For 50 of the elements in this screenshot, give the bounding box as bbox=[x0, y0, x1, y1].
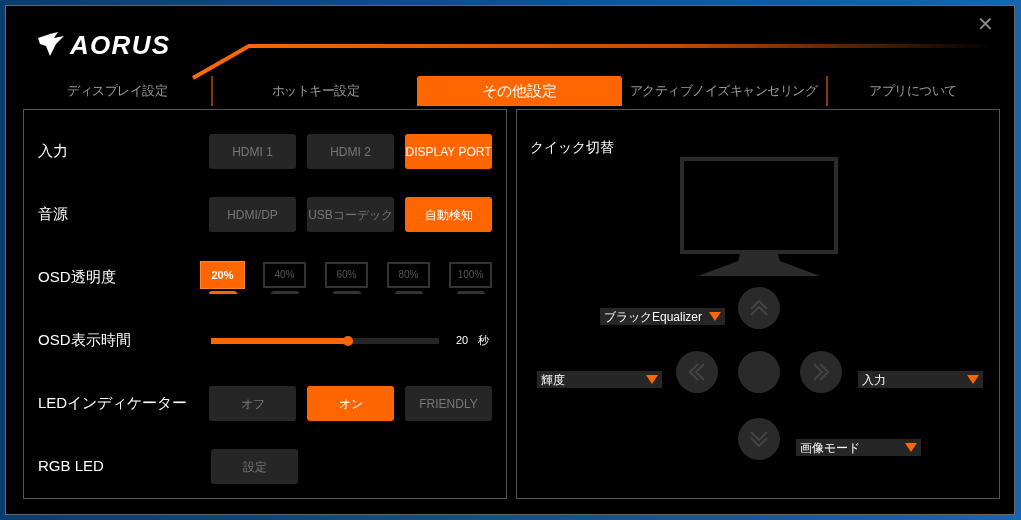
direction-button[interactable] bbox=[738, 287, 780, 329]
option-button[interactable]: USBコーデック bbox=[307, 197, 394, 232]
option-button[interactable]: DISPLAY PORT bbox=[405, 134, 492, 169]
slider-track[interactable] bbox=[211, 337, 439, 344]
monitor-icon bbox=[680, 157, 838, 278]
dropdown[interactable]: ブラックEqualizer bbox=[600, 308, 725, 325]
option-button[interactable]: HDMI/DP bbox=[209, 197, 296, 232]
option-button[interactable]: HDMI 2 bbox=[307, 134, 394, 169]
dropdown-value: 輝度 bbox=[541, 373, 565, 386]
setting-label: RGB LED bbox=[38, 456, 105, 477]
dropdown-value: 入力 bbox=[862, 373, 886, 386]
setting-label: 入力 bbox=[38, 141, 69, 162]
option-button[interactable]: オン bbox=[307, 386, 394, 421]
option-button[interactable]: HDMI 1 bbox=[209, 134, 296, 169]
dropdown[interactable]: 画像モード bbox=[796, 439, 921, 456]
caret-icon bbox=[967, 375, 979, 384]
setting-label: 音源 bbox=[38, 204, 69, 225]
unit-label: 秒 bbox=[478, 333, 490, 349]
option-button[interactable]: FRIENDLY bbox=[405, 386, 492, 421]
dropdown[interactable]: 入力 bbox=[858, 371, 983, 388]
setting-label: OSD透明度 bbox=[38, 267, 117, 288]
chevron-icon bbox=[813, 363, 829, 381]
close-button[interactable]: ✕ bbox=[977, 14, 994, 34]
direction-button[interactable] bbox=[800, 351, 842, 393]
dropdown-value: ブラックEqualizer bbox=[604, 310, 703, 323]
option-button[interactable]: 自動検知 bbox=[405, 197, 492, 232]
logo-text: AORUS bbox=[70, 32, 171, 58]
option-button[interactable]: 設定 bbox=[211, 449, 298, 484]
tab[interactable]: その他設定 bbox=[417, 76, 622, 106]
slider-value: 20 bbox=[456, 333, 469, 349]
setting-label: LEDインディケーター bbox=[38, 393, 189, 414]
chevron-icon bbox=[750, 431, 768, 447]
dropdown[interactable]: 輝度 bbox=[537, 371, 662, 388]
slider-thumb[interactable] bbox=[342, 335, 353, 346]
tab[interactable]: ホットキー設定 bbox=[213, 76, 418, 106]
option-button[interactable]: オフ bbox=[209, 386, 296, 421]
tab[interactable]: アクティブノイズキャンセリング bbox=[621, 76, 826, 106]
caret-icon bbox=[646, 375, 658, 384]
direction-button[interactable] bbox=[676, 351, 718, 393]
chevron-icon bbox=[750, 300, 768, 316]
dropdown-value: 画像モード bbox=[800, 441, 860, 454]
chevron-icon bbox=[689, 363, 705, 381]
direction-button[interactable] bbox=[738, 418, 780, 460]
caret-icon bbox=[905, 443, 917, 452]
tab[interactable]: ディスプレイ設定 bbox=[23, 76, 212, 106]
tab[interactable]: アプリについて bbox=[827, 76, 998, 106]
setting-label: OSD表示時間 bbox=[38, 330, 132, 351]
panel-title: クイック切替 bbox=[530, 138, 614, 157]
center-button[interactable] bbox=[738, 351, 780, 393]
caret-icon bbox=[709, 312, 721, 321]
